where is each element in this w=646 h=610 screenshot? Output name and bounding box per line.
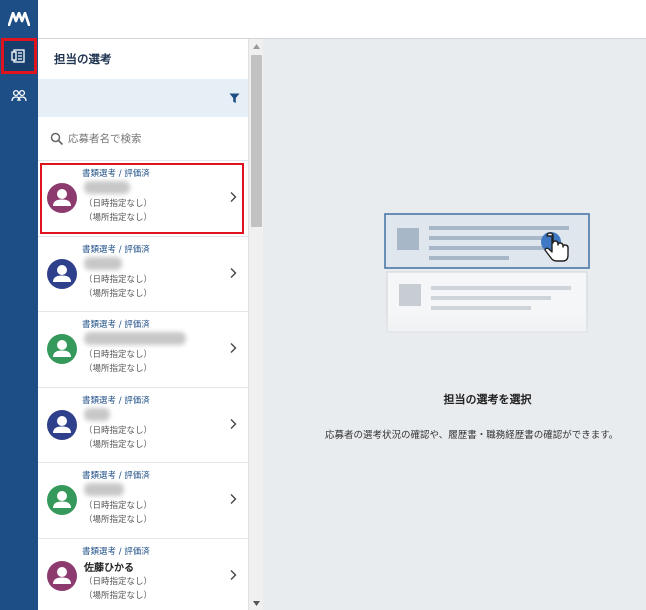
item-name bbox=[84, 181, 130, 194]
m-logo-icon[interactable] bbox=[0, 0, 38, 38]
user-avatar-icon bbox=[47, 560, 77, 591]
avatar bbox=[47, 409, 77, 440]
item-place: （場所指定なし） bbox=[84, 364, 153, 374]
avatar bbox=[47, 183, 77, 213]
item-name: 佐藤ひかる bbox=[84, 562, 134, 574]
item-name bbox=[84, 332, 186, 345]
item-place: （場所指定なし） bbox=[84, 515, 153, 525]
user-avatar-icon bbox=[47, 258, 77, 289]
item-status: 書類選考 / 評価済 bbox=[82, 546, 150, 557]
avatar bbox=[47, 334, 77, 364]
item-status: 書類選考 / 評価済 bbox=[82, 169, 150, 179]
scroll-thumb[interactable] bbox=[251, 55, 262, 227]
scroll-up-arrow-icon[interactable] bbox=[249, 41, 264, 51]
item-place: （場所指定なし） bbox=[84, 439, 153, 450]
item-place: （場所指定なし） bbox=[84, 288, 153, 299]
item-date: （日時指定なし） bbox=[84, 425, 153, 436]
selection-list-panel: 担当の選考 書類選考 / 評価済（日時指定なし）（場所指定なし）書類選考 / 評… bbox=[38, 39, 248, 610]
item-date: （日時指定なし） bbox=[84, 274, 153, 285]
search-input[interactable] bbox=[68, 132, 218, 145]
filter-icon bbox=[229, 93, 239, 103]
item-date: （日時指定なし） bbox=[84, 576, 153, 587]
list-item[interactable]: 書類選考 / 評価済 佐藤ひかる （日時指定なし） （場所指定なし） bbox=[38, 539, 248, 610]
user-avatar-icon bbox=[47, 183, 77, 213]
filter-button[interactable] bbox=[226, 90, 242, 106]
avatar bbox=[47, 258, 77, 289]
item-name bbox=[84, 483, 124, 496]
scroll-down-arrow-icon[interactable] bbox=[249, 598, 264, 608]
list-item[interactable]: 書類選考 / 評価済 （日時指定なし） （場所指定なし） bbox=[38, 388, 248, 463]
main-heading: 担当の選考を選択 bbox=[443, 393, 532, 406]
item-status: 書類選考 / 評価済 bbox=[82, 244, 150, 255]
item-status: 書類選考 / 評価済 bbox=[82, 471, 150, 481]
search-bar bbox=[38, 117, 248, 161]
list-item[interactable]: 書類選考 / 評価済 （日時指定なし） （場所指定なし） bbox=[38, 463, 248, 539]
chevron-right-icon bbox=[230, 192, 237, 202]
item-date: （日時指定なし） bbox=[84, 199, 153, 209]
item-status: 書類選考 / 評価済 bbox=[82, 320, 150, 330]
filter-bar bbox=[38, 79, 248, 117]
item-place: （場所指定なし） bbox=[84, 213, 153, 223]
list-item[interactable]: 書類選考 / 評価済 （日時指定なし） （場所指定なし） bbox=[38, 161, 248, 237]
rail-users-button[interactable] bbox=[3, 80, 35, 112]
item-place: （場所指定なし） bbox=[84, 590, 153, 601]
chevron-right-icon bbox=[230, 267, 237, 278]
item-status: 書類選考 / 評価済 bbox=[82, 395, 150, 406]
item-date: （日時指定なし） bbox=[84, 350, 153, 360]
user-avatar-icon bbox=[47, 485, 77, 515]
rail-selections-button[interactable] bbox=[1, 38, 37, 74]
left-rail bbox=[0, 0, 38, 610]
list-item[interactable]: 書類選考 / 評価済 （日時指定なし） （場所指定なし） bbox=[38, 312, 248, 388]
item-name bbox=[84, 256, 122, 270]
main-content: 担当の選考を選択 応募者の選考状況の確認や、履歴書・職務経歴書の確認ができます。 bbox=[263, 39, 646, 610]
chevron-right-icon bbox=[230, 418, 237, 429]
item-date: （日時指定なし） bbox=[84, 501, 153, 511]
document-list-icon bbox=[11, 49, 25, 63]
top-bar bbox=[38, 0, 646, 39]
user-avatar-icon bbox=[47, 409, 77, 440]
list-scrollbar[interactable] bbox=[248, 39, 263, 610]
item-name bbox=[84, 407, 110, 421]
avatar bbox=[47, 485, 77, 515]
user-avatar-icon bbox=[47, 334, 77, 364]
chevron-right-icon bbox=[230, 569, 237, 580]
search-icon bbox=[50, 132, 64, 145]
users-icon bbox=[11, 89, 27, 102]
chevron-right-icon bbox=[230, 343, 237, 353]
list-item[interactable]: 書類選考 / 評価済 （日時指定なし） （場所指定なし） bbox=[38, 237, 248, 312]
document-select-illustration-icon bbox=[383, 213, 593, 352]
main-description: 応募者の選考状況の確認や、履歴書・職務経歴書の確認ができます。 bbox=[325, 430, 619, 441]
chevron-right-icon bbox=[230, 494, 237, 504]
avatar bbox=[47, 560, 77, 591]
panel-title: 担当の選考 bbox=[54, 52, 112, 66]
